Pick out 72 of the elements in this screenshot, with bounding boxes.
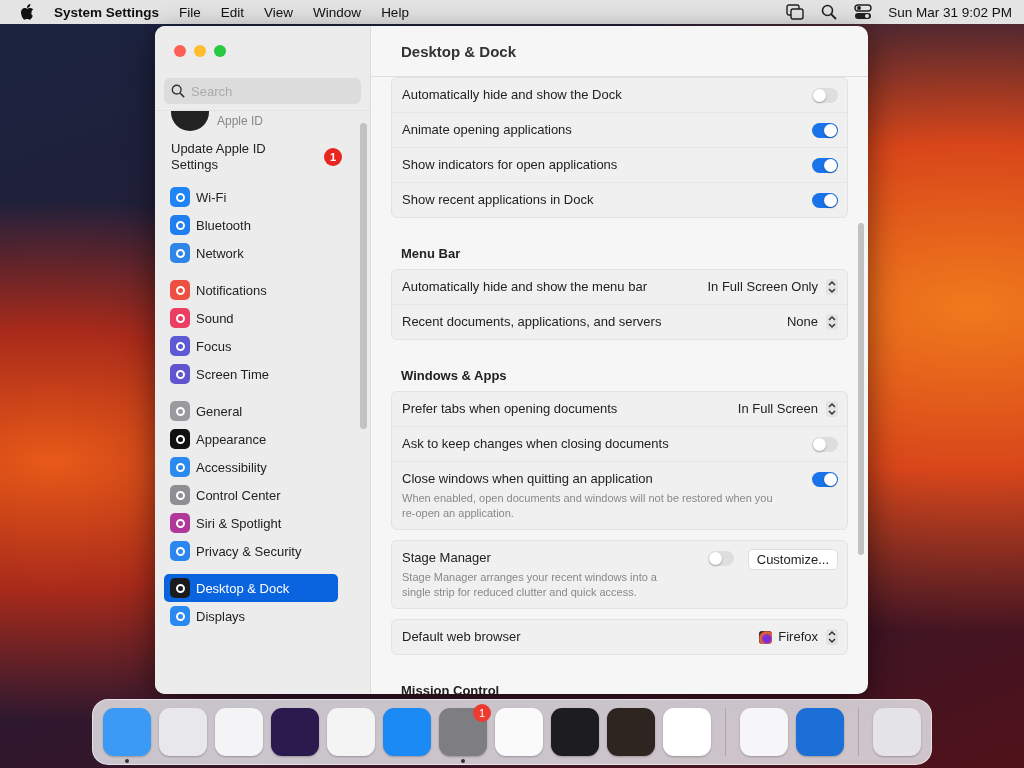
setting-label: Recent documents, applications, and servers: [402, 313, 663, 331]
setting-label: Prefer tabs when opening documents: [402, 400, 619, 418]
sidebar-item[interactable]: Displays: [164, 602, 338, 630]
toggle-switch[interactable]: [812, 123, 838, 138]
app-icon[interactable]: [607, 708, 655, 756]
menu-item[interactable]: Edit: [220, 4, 245, 20]
stepper-chevron-icon: [826, 279, 838, 295]
sidebar-item[interactable]: Focus: [164, 332, 338, 360]
sidebar-item[interactable]: Desktop & Dock: [164, 574, 338, 602]
toggle-switch[interactable]: [812, 158, 838, 173]
setting-label: Show indicators for open applications: [402, 156, 619, 174]
app-icon[interactable]: [271, 708, 319, 756]
section-heading: Windows & Apps: [400, 367, 508, 385]
popup-menu[interactable]: None: [786, 313, 818, 331]
apple-logo-icon[interactable]: [20, 4, 34, 20]
setting-label: Stage Manager: [402, 549, 492, 567]
notification-badge: 1: [324, 148, 342, 166]
sidebar-item[interactable]: Control Center: [164, 481, 338, 509]
toggle-switch[interactable]: [812, 437, 838, 452]
setting-description: Stage Manager arranges your recent windows into a single strip for reduced clutter and quick access.: [402, 570, 658, 600]
customize-button[interactable]: Customize...: [747, 549, 838, 570]
close-button[interactable]: [174, 45, 186, 57]
sidebar-item[interactable]: Siri & Spotlight: [164, 509, 338, 537]
setting-label: Default web browser: [402, 628, 522, 646]
setting-label: Close windows when quitting an application: [402, 470, 654, 488]
scrollbar[interactable]: [858, 223, 864, 555]
scrollbar[interactable]: [360, 123, 367, 429]
control-center-icon[interactable]: [854, 4, 873, 20]
menu-item[interactable]: Help: [381, 4, 409, 20]
sidebar-item[interactable]: Wi-Fi: [164, 183, 338, 211]
sidebar-item[interactable]: Privacy & Security: [164, 537, 338, 565]
window-title: Desktop & Dock: [401, 42, 517, 60]
setting-label: Ask to keep changes when closing documents: [402, 435, 670, 453]
clock[interactable]: Sun Mar 31 9:02 PM: [888, 4, 1012, 20]
setting-label: Automatically hide and show the Dock: [402, 86, 623, 104]
menu-item[interactable]: Window: [313, 4, 362, 20]
popup-menu[interactable]: Firefox: [759, 628, 818, 646]
toggle-switch[interactable]: [812, 88, 838, 103]
app-icon[interactable]: [551, 708, 599, 756]
setting-label: Show recent applications in Dock: [402, 191, 595, 209]
sidebar-item[interactable]: Appearance: [164, 425, 338, 453]
search-icon: [171, 84, 185, 98]
setting-label: Automatically hide and show the menu bar: [402, 278, 648, 296]
sidebar-item[interactable]: Screen Time: [164, 360, 338, 388]
sidebar-item[interactable]: Bluetooth: [164, 211, 338, 239]
toggle-switch[interactable]: [707, 551, 734, 566]
menu-item[interactable]: View: [264, 4, 294, 20]
sidebar-item[interactable]: Sound: [164, 304, 338, 332]
update-settings-link[interactable]: Update Apple ID Settings: [171, 141, 291, 173]
popup-menu[interactable]: In Full Screen: [737, 400, 818, 418]
minimize-button[interactable]: [194, 45, 206, 57]
zoom-button[interactable]: [214, 45, 226, 57]
menu-item[interactable]: File: [179, 4, 201, 20]
toggle-switch[interactable]: [812, 193, 838, 208]
stepper-chevron-icon: [826, 629, 838, 645]
stepper-chevron-icon: [826, 314, 838, 330]
sidebar-item[interactable]: Network: [164, 239, 338, 267]
search-icon[interactable]: [820, 4, 839, 20]
avatar[interactable]: [171, 111, 209, 131]
toggle-switch[interactable]: [812, 472, 838, 487]
sidebar-item[interactable]: General: [164, 397, 338, 425]
browser-icon: [759, 630, 773, 644]
notification-badge: 1: [473, 704, 491, 722]
sidebar-item[interactable]: Notifications: [164, 276, 338, 304]
stepper-chevron-icon: [826, 401, 838, 417]
window-stack-icon[interactable]: [786, 4, 805, 20]
popup-menu[interactable]: In Full Screen Only: [707, 278, 818, 296]
setting-label: Animate opening applications: [402, 121, 573, 139]
sidebar-item[interactable]: Accessibility: [164, 453, 338, 481]
app-name-menu[interactable]: System Settings: [54, 4, 160, 20]
section-heading: Menu Bar: [400, 245, 462, 263]
setting-description: When enabled, open documents and windows will not be restored when you re-open an application.: [402, 491, 774, 521]
